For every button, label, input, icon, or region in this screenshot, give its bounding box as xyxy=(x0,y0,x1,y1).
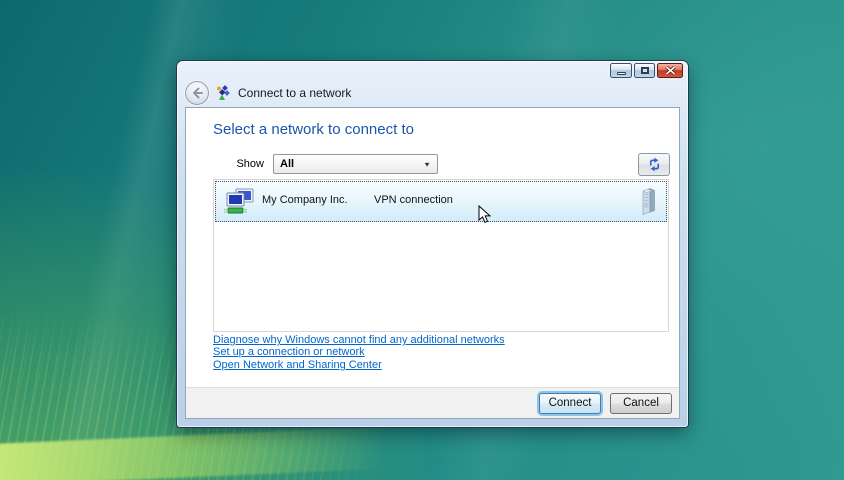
close-icon xyxy=(665,66,676,75)
link-diagnose[interactable]: Diagnose why Windows cannot find any add… xyxy=(213,334,505,346)
vpn-connection-icon xyxy=(224,188,254,215)
wallpaper-bottom-band xyxy=(0,422,496,480)
network-list[interactable]: My Company Inc. VPN connection xyxy=(213,179,669,332)
page-title: Select a network to connect to xyxy=(213,121,414,138)
window-titlebar[interactable]: Connect to a network xyxy=(177,61,688,107)
show-label: Show xyxy=(213,158,264,170)
window-controls xyxy=(610,63,683,78)
network-wizard-icon xyxy=(215,85,231,101)
desktop-background: Connect to a network Select a network to… xyxy=(0,0,844,480)
back-arrow-icon xyxy=(191,87,203,99)
navigation-bar: Connect to a network xyxy=(177,79,688,107)
network-type: VPN connection xyxy=(374,194,453,206)
minimize-icon xyxy=(617,72,626,75)
link-network-sharing-center[interactable]: Open Network and Sharing Center xyxy=(213,359,505,371)
refresh-arrows-icon xyxy=(647,157,662,172)
show-dropdown-value: All xyxy=(280,158,423,170)
close-button[interactable] xyxy=(657,63,683,78)
network-list-item[interactable]: My Company Inc. VPN connection xyxy=(215,181,667,222)
cancel-button[interactable]: Cancel xyxy=(610,393,672,414)
refresh-button[interactable] xyxy=(638,153,670,176)
dialog-footer: Connect Cancel xyxy=(186,387,679,418)
server-tower-icon xyxy=(639,188,656,215)
connect-to-network-window: Connect to a network Select a network to… xyxy=(177,61,688,427)
chevron-down-icon: ▼ xyxy=(423,160,431,167)
show-dropdown[interactable]: All ▼ xyxy=(273,154,438,174)
maximize-button[interactable] xyxy=(634,63,655,78)
connect-button[interactable]: Connect xyxy=(539,393,601,414)
task-links: Diagnose why Windows cannot find any add… xyxy=(213,334,505,371)
back-button[interactable] xyxy=(185,81,209,105)
minimize-button[interactable] xyxy=(610,63,632,78)
maximize-icon xyxy=(641,67,649,74)
link-setup-connection[interactable]: Set up a connection or network xyxy=(213,346,505,358)
network-name: My Company Inc. xyxy=(262,194,348,206)
window-title: Connect to a network xyxy=(238,86,351,100)
dialog-client-area: Select a network to connect to Show All … xyxy=(185,107,680,419)
